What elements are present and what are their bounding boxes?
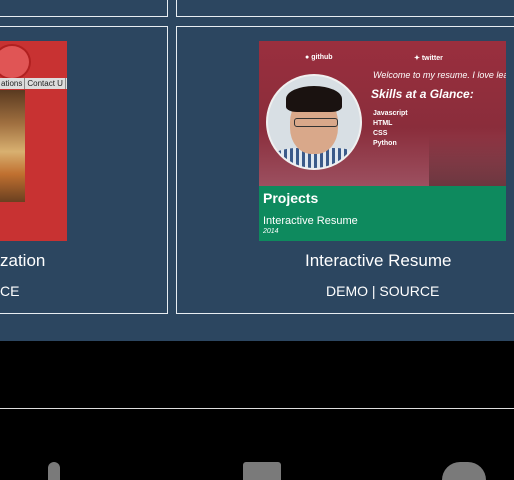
avatar: [266, 74, 362, 170]
resume-twitter-link: ✦ twitter: [414, 55, 443, 62]
link-separator: |: [371, 283, 376, 299]
resume-welcome: Welcome to my resume. I love lea: [373, 70, 506, 80]
phone-icon[interactable]: [48, 462, 60, 480]
image-icon[interactable]: [243, 462, 281, 480]
pizza-logo-icon: [0, 44, 31, 80]
resume-skills-heading: Skills at a Glance:: [371, 87, 474, 101]
project-thumbnail-resume[interactable]: ● github ✦ twitter Welcome to my resume.…: [259, 41, 506, 241]
project-links: DEMO | SOURCE: [326, 283, 439, 299]
resume-background-trees: [429, 136, 506, 186]
demo-link[interactable]: DEMO: [326, 283, 368, 299]
resume-project-year: 2014: [263, 228, 279, 235]
project-card-top-right: [176, 0, 514, 17]
pizza-nav: ations Contact U: [0, 78, 67, 89]
resume-projects-heading: Projects: [263, 190, 319, 206]
pizza-nav-item: Contact U: [25, 78, 66, 89]
skill-item: Javascript: [373, 110, 408, 117]
resume-project-title: Interactive Resume: [263, 215, 358, 227]
resume-skills-list: Javascript HTML CSS Python: [373, 109, 408, 149]
skill-item: CSS: [373, 130, 388, 137]
project-title: zation: [0, 251, 46, 270]
pizza-photo: [0, 90, 25, 202]
project-thumbnail-pizza[interactable]: ations Contact U: [0, 41, 67, 241]
source-link[interactable]: CE: [0, 283, 19, 299]
portfolio-section: ations Contact U zation CE ● github ✦ twi…: [0, 0, 514, 341]
project-links: CE: [0, 283, 19, 299]
pizza-nav-item: ations: [0, 78, 26, 89]
skill-item: Python: [373, 140, 397, 147]
skill-item: HTML: [373, 120, 393, 127]
footer-divider: [0, 408, 514, 409]
project-card-top-left: [0, 0, 168, 17]
source-link[interactable]: SOURCE: [379, 283, 439, 299]
resume-github-link: ● github: [305, 54, 333, 61]
resume-projects-band: Projects Interactive Resume 2014: [259, 186, 506, 241]
project-title: Interactive Resume: [305, 251, 452, 270]
github-icon[interactable]: [442, 462, 486, 480]
resume-header: ● github ✦ twitter Welcome to my resume.…: [259, 41, 506, 186]
